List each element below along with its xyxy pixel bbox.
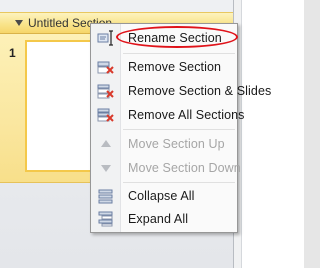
collapse-all-icon <box>97 188 115 204</box>
menu-item-label: Collapse All <box>128 189 195 203</box>
slide-number: 1 <box>9 46 16 60</box>
expand-all-icon <box>97 211 115 227</box>
menu-item-remove-section-and-slides[interactable]: Remove Section & Slides <box>91 80 271 102</box>
menu-item-remove-all-sections[interactable]: Remove All Sections <box>91 104 244 126</box>
menu-item-move-section-down[interactable]: Move Section Down <box>91 157 241 179</box>
menu-item-label: Remove Section <box>128 60 222 74</box>
move-down-icon <box>97 160 115 176</box>
menu-item-label: Move Section Down <box>128 161 241 175</box>
menu-separator <box>123 182 235 183</box>
menu-separator <box>123 129 235 130</box>
menu-item-label: Move Section Up <box>128 137 225 151</box>
move-up-icon <box>97 136 115 152</box>
menu-item-expand-all[interactable]: Expand All <box>91 208 237 230</box>
remove-section-slides-icon <box>97 83 115 99</box>
menu-item-label: Rename Section <box>128 31 222 45</box>
remove-section-icon <box>97 59 115 75</box>
slide-editing-area <box>234 0 304 268</box>
collapse-arrow-icon[interactable] <box>15 20 23 26</box>
context-menu: Rename Section Remove Section Remove Sec… <box>90 23 271 233</box>
remove-all-sections-icon <box>97 107 115 123</box>
menu-item-label: Expand All <box>128 212 189 226</box>
menu-item-move-section-up[interactable]: Move Section Up <box>91 133 237 155</box>
menu-item-remove-section[interactable]: Remove Section <box>91 56 237 78</box>
menu-item-label: Remove Section & Slides <box>128 84 272 98</box>
menu-item-rename-section[interactable]: Rename Section <box>91 27 237 49</box>
rename-icon <box>97 30 115 46</box>
menu-item-collapse-all[interactable]: Collapse All <box>91 185 237 207</box>
menu-separator <box>123 53 235 54</box>
menu-item-label: Remove All Sections <box>128 108 245 122</box>
